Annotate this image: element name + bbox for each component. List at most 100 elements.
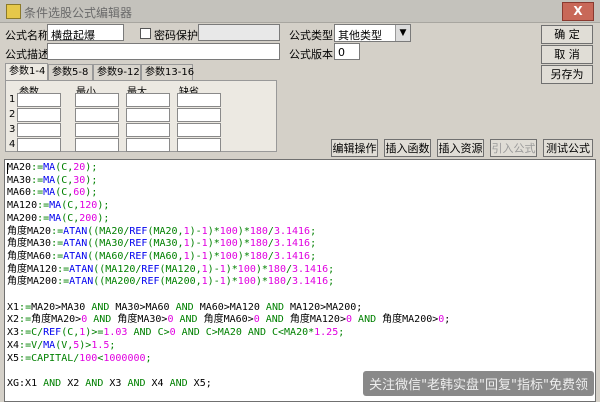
code-token: C>MA20 xyxy=(199,327,248,339)
code-token: MA200 xyxy=(7,212,38,224)
tab-params-13-16[interactable]: 参数13-16 xyxy=(141,64,194,80)
window-title: 条件选股公式编辑器 xyxy=(24,6,133,20)
tab-params-5-8[interactable]: 参数5-8 xyxy=(48,64,93,80)
code-line: X1:=MA20>MA30 AND MA30>MA60 AND MA60>MA1… xyxy=(7,302,450,315)
code-token: X2 xyxy=(61,377,86,389)
code-token: C> xyxy=(151,327,170,339)
param-cell[interactable] xyxy=(17,123,61,137)
param-cell[interactable] xyxy=(177,93,221,107)
code-token: 180 xyxy=(249,250,268,262)
code-token: 角度MA30> xyxy=(111,314,168,326)
code-token: 3.1416 xyxy=(273,250,311,262)
code-token: 100 xyxy=(79,352,98,364)
param-row-number: 3 xyxy=(9,124,16,135)
code-token: X4 xyxy=(145,377,170,389)
save-as-button[interactable]: 另存为 xyxy=(541,65,593,84)
code-token: ; xyxy=(145,352,152,364)
code-token: ATAN xyxy=(69,276,94,288)
code-token: )- xyxy=(189,238,202,250)
code-token: MA30 xyxy=(7,174,32,186)
param-cell[interactable] xyxy=(75,123,119,137)
code-token: MA60 xyxy=(7,187,32,199)
code-token: (MA200, xyxy=(159,276,202,288)
code-token: )* xyxy=(237,225,250,237)
code-token: AND xyxy=(265,301,284,313)
insert-resource-button[interactable]: 插入资源 xyxy=(437,139,484,157)
code-token: 角度MA20> xyxy=(31,314,82,326)
code-token: 100 xyxy=(237,276,256,288)
code-token: 1.25 xyxy=(314,327,339,339)
code-token: MA30>MA60 xyxy=(109,301,176,313)
cancel-button[interactable]: 取 消 xyxy=(541,45,593,64)
code-token: MA xyxy=(49,212,62,224)
param-cell[interactable] xyxy=(126,138,170,152)
param-cell[interactable] xyxy=(126,123,170,137)
code-token: REF xyxy=(129,250,148,262)
code-token: (V, xyxy=(55,339,74,351)
code-token: ); xyxy=(85,187,98,199)
param-cell[interactable] xyxy=(75,138,119,152)
formula-version-input[interactable]: 0 xyxy=(334,43,360,60)
code-line: 角度MA200:=ATAN((MA200/REF(MA200,1)-1)*100… xyxy=(7,276,450,289)
password-checkbox[interactable] xyxy=(140,28,151,39)
code-token: REF xyxy=(129,225,148,237)
edit-operation-button[interactable]: 编辑操作 xyxy=(331,139,378,157)
code-token: X1 xyxy=(7,301,20,313)
code-token: ((MA60/ xyxy=(87,250,130,262)
code-token: ATAN xyxy=(69,263,94,275)
code-token: )* xyxy=(207,238,220,250)
code-token: MA120>MA200; xyxy=(283,301,363,313)
param-cell[interactable] xyxy=(75,93,119,107)
formula-name-label: 公式名称 xyxy=(5,29,49,42)
formula-code-editor[interactable]: MA20:=MA(C,20); MA30:=MA(C,30); MA60:=MA(C… xyxy=(4,159,596,402)
code-token: ((MA20/ xyxy=(87,225,130,237)
code-token: ATAN xyxy=(63,225,88,237)
code-token: := xyxy=(37,212,50,224)
code-line: X4:=V/MA(V,5)>1.5; xyxy=(7,340,450,353)
param-cell[interactable] xyxy=(177,108,221,122)
code-token: 3.1416 xyxy=(273,238,311,250)
code-token: 3.1416 xyxy=(292,263,329,275)
code-token: AND xyxy=(85,377,104,389)
formula-desc-input[interactable] xyxy=(47,43,280,60)
test-formula-button[interactable]: 测试公式 xyxy=(543,139,593,157)
param-cell[interactable] xyxy=(126,93,170,107)
code-token: AND xyxy=(127,377,146,389)
formula-type-value: 其他类型 xyxy=(338,29,382,42)
close-button[interactable]: X xyxy=(562,2,594,21)
tab-params-9-12[interactable]: 参数9-12 xyxy=(93,64,141,80)
code-token: ((MA120/ xyxy=(93,263,142,275)
code-token: 角度MA200> xyxy=(376,314,439,326)
code-token: (MA20, xyxy=(147,225,184,237)
ok-button[interactable]: 确 定 xyxy=(541,25,593,44)
formula-type-label: 公式类型 xyxy=(289,29,333,42)
code-token: (C, xyxy=(55,187,74,199)
code-token: 1000000 xyxy=(103,352,146,364)
code-token: MA xyxy=(43,339,56,351)
code-token: AND xyxy=(91,301,110,313)
import-formula-button[interactable]: 引入公式 xyxy=(490,139,537,157)
code-token: CAPITAL/ xyxy=(31,352,80,364)
code-token: ); xyxy=(85,174,98,186)
param-row-number: 1 xyxy=(9,94,16,105)
insert-function-button[interactable]: 插入函数 xyxy=(384,139,431,157)
password-input[interactable] xyxy=(198,24,280,41)
param-cell[interactable] xyxy=(177,123,221,137)
param-cell[interactable] xyxy=(17,138,61,152)
code-token: ATAN xyxy=(63,238,88,250)
code-token: X4 xyxy=(7,339,20,351)
tab-params-1-4[interactable]: 参数1-4 xyxy=(5,63,48,80)
watermark: 关注微信"老韩实盘"回复"指标"免费领 xyxy=(363,371,594,396)
formula-type-select[interactable]: 其他类型 ▼ xyxy=(334,24,411,42)
code-token: ; xyxy=(328,276,335,288)
param-cell[interactable] xyxy=(177,138,221,152)
code-token: := xyxy=(57,276,70,288)
param-cell[interactable] xyxy=(126,108,170,122)
code-line: X3:=C/REF(C,1)>=1.03 AND C>0 AND C>MA20 … xyxy=(7,327,450,340)
code-token: AND xyxy=(179,314,198,326)
formula-name-input[interactable]: 横盘起爆 xyxy=(47,24,124,42)
param-cell[interactable] xyxy=(17,93,61,107)
param-cell[interactable] xyxy=(17,108,61,122)
chevron-down-icon[interactable]: ▼ xyxy=(395,25,410,41)
param-cell[interactable] xyxy=(75,108,119,122)
